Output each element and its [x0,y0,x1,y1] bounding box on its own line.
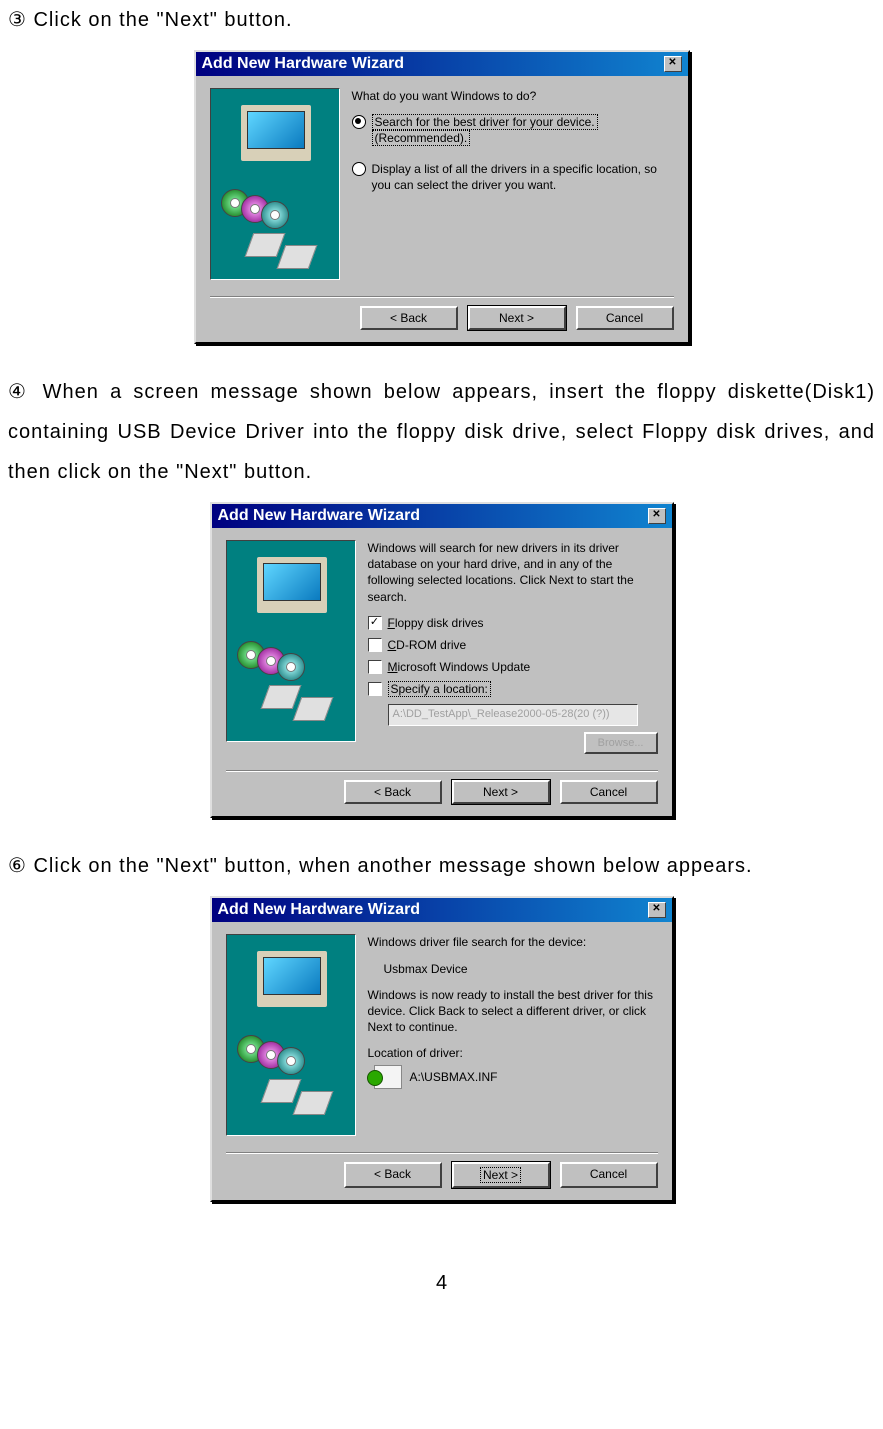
dialog-title: Add New Hardware Wizard [218,507,421,525]
radio-display-list[interactable]: Display a list of all the drivers in a s… [352,161,674,193]
location-label: Location of driver: [368,1045,658,1061]
wizard-dialog-3: Add New Hardware Wizard ✕ Windows driver… [210,896,674,1202]
next-button[interactable]: Next > [468,306,566,330]
close-icon[interactable]: ✕ [648,508,666,524]
back-button[interactable]: < Back [344,1162,442,1188]
checkbox-specify-location[interactable]: Specify a location: [368,681,658,697]
opt2-text: Display a list of all the drivers in a s… [372,161,674,193]
opt1-line2: (Recommended). [372,130,471,146]
next-button[interactable]: Next > [452,780,550,804]
dialog-title: Add New Hardware Wizard [218,901,421,919]
titlebar: Add New Hardware Wizard ✕ [212,504,672,528]
step4-text: ④ When a screen message shown below appe… [8,372,875,492]
wizard-dialog-1: Add New Hardware Wizard ✕ What do you wa… [194,50,690,344]
back-button[interactable]: < Back [344,780,442,804]
titlebar: Add New Hardware Wizard ✕ [196,52,688,76]
radio-icon [352,115,366,129]
dialog-title: Add New Hardware Wizard [202,55,405,73]
dialog1-prompt: What do you want Windows to do? [352,88,674,104]
next-button[interactable]: Next > [452,1162,550,1188]
checkbox-icon [368,682,382,696]
location-input: A:\DD_TestApp\_Release2000-05-28(20 (?)) [388,704,638,726]
wizard-graphic [210,88,340,280]
inf-file-icon [374,1065,402,1089]
opt1-line1: Search for the best driver for your devi… [372,114,598,130]
step3-text: ③ Click on the "Next" button. [8,0,875,40]
checkbox-cdrom[interactable]: CD-ROM drive [368,637,658,653]
checkbox-icon: ✓ [368,616,382,630]
browse-button: Browse... [584,732,658,755]
page-number: 4 [8,1272,875,1295]
wizard-graphic [226,540,356,742]
step6-text: ⑥ Click on the "Next" button, when anoth… [8,846,875,886]
checkbox-ms-update[interactable]: Microsoft Windows Update [368,659,658,675]
dialog3-heading: Windows driver file search for the devic… [368,934,658,950]
dialog3-ready-text: Windows is now ready to install the best… [368,987,658,1036]
checkbox-icon [368,638,382,652]
cancel-button[interactable]: Cancel [560,780,658,804]
checkbox-floppy[interactable]: ✓ Floppy disk drives [368,615,658,631]
back-button[interactable]: < Back [360,306,458,330]
radio-search-best[interactable]: Search for the best driver for your devi… [352,114,674,146]
close-icon[interactable]: ✕ [664,56,682,72]
device-name: Usbmax Device [384,961,658,977]
radio-icon [352,162,366,176]
titlebar: Add New Hardware Wizard ✕ [212,898,672,922]
checkbox-icon [368,660,382,674]
driver-location: A:\USBMAX.INF [374,1065,658,1089]
cancel-button[interactable]: Cancel [576,306,674,330]
wizard-dialog-2: Add New Hardware Wizard ✕ Windows will s… [210,502,674,818]
inf-path: A:\USBMAX.INF [410,1069,498,1085]
wizard-graphic [226,934,356,1136]
dialog2-prompt: Windows will search for new drivers in i… [368,540,658,605]
close-icon[interactable]: ✕ [648,902,666,918]
cancel-button[interactable]: Cancel [560,1162,658,1188]
